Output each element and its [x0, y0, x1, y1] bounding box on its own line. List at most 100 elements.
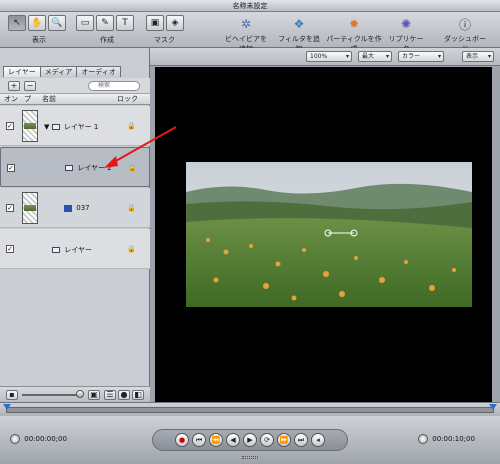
search-input[interactable]	[88, 81, 140, 91]
layers-toolbar: + −	[0, 78, 150, 94]
layer-name-text: 037	[76, 204, 90, 212]
play-button[interactable]: ▶	[243, 433, 257, 447]
show-filters-icon[interactable]: ◧	[132, 390, 144, 400]
show-masks-icon[interactable]: ●	[118, 390, 130, 400]
resolution-select[interactable]: 最大 ▾	[358, 51, 392, 62]
layer-enable-checkbox[interactable]: ✓	[6, 204, 14, 212]
group-icon	[51, 124, 60, 130]
disclosure-triangle-icon[interactable]: ▼	[44, 123, 49, 131]
add-layer-button[interactable]: +	[8, 81, 20, 91]
layers-footer: ▪ ▣ ☰ ● ◧	[0, 386, 150, 402]
small-thumbnail-icon[interactable]: ▪	[6, 390, 18, 400]
tab-media[interactable]: メディア	[39, 66, 78, 77]
canvas[interactable]	[155, 67, 492, 402]
dropdown-arrow-icon: ▾	[385, 53, 389, 60]
color-value: カラー	[402, 53, 421, 60]
layer-name[interactable]: 037	[64, 204, 90, 212]
layer-thumbnail	[22, 110, 38, 142]
duration-icon	[418, 434, 428, 444]
layer-enable-checkbox[interactable]: ✓	[6, 245, 14, 253]
select-arrow-icon[interactable]: ↖	[8, 15, 26, 31]
row-size-slider-knob[interactable]	[76, 390, 84, 398]
remove-layer-button[interactable]: −	[24, 81, 36, 91]
audio-button[interactable]: ◂	[311, 433, 325, 447]
color-select[interactable]: カラー ▾	[398, 51, 444, 62]
zoom-value: 100%	[310, 53, 328, 60]
current-timecode[interactable]: 00:00:00;00	[10, 433, 67, 445]
col-lock[interactable]: ロック	[117, 94, 138, 105]
layer-row-layer[interactable]: ✓ レイヤー 2 🔒	[0, 147, 150, 187]
dropdown-arrow-icon: ▾	[487, 53, 491, 60]
transport-bar: 00:00:00;00 ● ⏮ ⏪ ◀ ▶ ⟳ ⏩ ⏭ ◂ 00:00:10;0…	[0, 416, 500, 464]
tab-audio[interactable]: オーディオ	[76, 66, 121, 77]
layer-thumbnail	[22, 192, 38, 224]
particle-icon: ✸	[348, 17, 360, 31]
go-to-start-button[interactable]: ⏮	[192, 433, 206, 447]
play-reverse-button[interactable]: ◀	[226, 433, 240, 447]
meadow-photo	[186, 162, 472, 307]
layers-column-header: オン プ 名前 ロック	[0, 94, 150, 105]
lock-icon[interactable]: 🔒	[128, 164, 137, 173]
zoom-select[interactable]: 100% ▾	[306, 51, 352, 62]
record-button[interactable]: ●	[175, 433, 189, 447]
layer-name-text: レイヤー	[64, 246, 93, 254]
dropdown-arrow-icon: ▾	[345, 53, 349, 60]
text-icon[interactable]: T	[116, 15, 134, 31]
end-time-value: 00:00:10;00	[432, 435, 475, 443]
image-icon	[64, 204, 72, 212]
col-on[interactable]: オン	[4, 94, 18, 105]
zoom-icon[interactable]: 🔍	[48, 15, 66, 31]
tab-layers[interactable]: レイヤー	[3, 66, 41, 77]
resolution-value: 最大	[362, 53, 375, 60]
layer-row-layer[interactable]: ✓ レイヤー 🔒	[0, 229, 150, 269]
out-point-icon[interactable]	[489, 404, 497, 410]
step-forward-button[interactable]: ⏩	[277, 433, 291, 447]
view-value: 表示	[466, 53, 479, 60]
row-size-slider[interactable]	[22, 394, 78, 396]
bezier-icon[interactable]: ✎	[96, 15, 114, 31]
resize-grip[interactable]	[242, 456, 258, 459]
layer-name[interactable]: レイヤー 2	[65, 164, 112, 173]
lock-icon[interactable]: 🔒	[127, 245, 136, 253]
hand-icon[interactable]: ✋	[28, 15, 46, 31]
dropdown-arrow-icon: ▾	[437, 53, 441, 60]
gear-icon: ✲	[240, 17, 252, 31]
col-name[interactable]: 名前	[42, 94, 56, 105]
mask-rect-icon[interactable]: ▣	[146, 15, 164, 31]
create-group-label: 作成	[100, 36, 114, 44]
step-back-button[interactable]: ⏪	[209, 433, 223, 447]
view-group-label: 表示	[32, 36, 46, 44]
layers-panel: レイヤー メディア オーディオ + − オン プ 名前 ロック ✓ ▼ レイヤー…	[0, 48, 150, 402]
end-timecode[interactable]: 00:00:10;00	[418, 433, 475, 445]
layer-name-text: レイヤー 2	[77, 164, 112, 172]
dashboard-icon: ⓘ	[458, 17, 471, 32]
filter-icon: ❖	[293, 17, 305, 31]
go-to-end-button[interactable]: ⏭	[294, 433, 308, 447]
create-tools: ▭ ✎ T	[76, 15, 134, 31]
layer-row-group[interactable]: ✓ ▼ レイヤー 1 🔒	[0, 106, 150, 146]
view-list-icon[interactable]: ☰	[104, 390, 116, 400]
lock-icon[interactable]: 🔒	[127, 204, 136, 212]
layer-name[interactable]: レイヤー	[52, 245, 92, 255]
playhead-icon[interactable]	[3, 404, 11, 410]
transport-controls: ● ⏮ ⏪ ◀ ▶ ⟳ ⏩ ⏭ ◂	[152, 429, 348, 451]
canvas-controls: 100% ▾ 最大 ▾ カラー ▾ 表示 ▾	[150, 48, 500, 66]
replicator-icon: ✺	[400, 17, 412, 31]
mini-timeline	[0, 402, 500, 416]
mask-bezier-icon[interactable]: ◈	[166, 15, 184, 31]
footage-image[interactable]	[186, 162, 472, 307]
layer-enable-checkbox[interactable]: ✓	[6, 122, 14, 130]
col-preview[interactable]: プ	[24, 94, 31, 105]
view-select[interactable]: 表示 ▾	[462, 51, 494, 62]
layer-enable-checkbox[interactable]: ✓	[7, 164, 15, 172]
lock-icon[interactable]: 🔒	[127, 122, 136, 130]
large-thumbnail-icon[interactable]: ▣	[88, 390, 100, 400]
timeline-bar[interactable]	[6, 407, 494, 413]
current-time-value: 00:00:00;00	[24, 435, 67, 443]
loop-button[interactable]: ⟳	[260, 433, 274, 447]
layer-icon	[52, 247, 60, 253]
rectangle-icon[interactable]: ▭	[76, 15, 94, 31]
layer-row-image[interactable]: ✓ 037 🔒	[0, 188, 150, 228]
timecode-icon	[10, 434, 20, 444]
layer-name[interactable]: ▼ レイヤー 1	[44, 122, 98, 132]
